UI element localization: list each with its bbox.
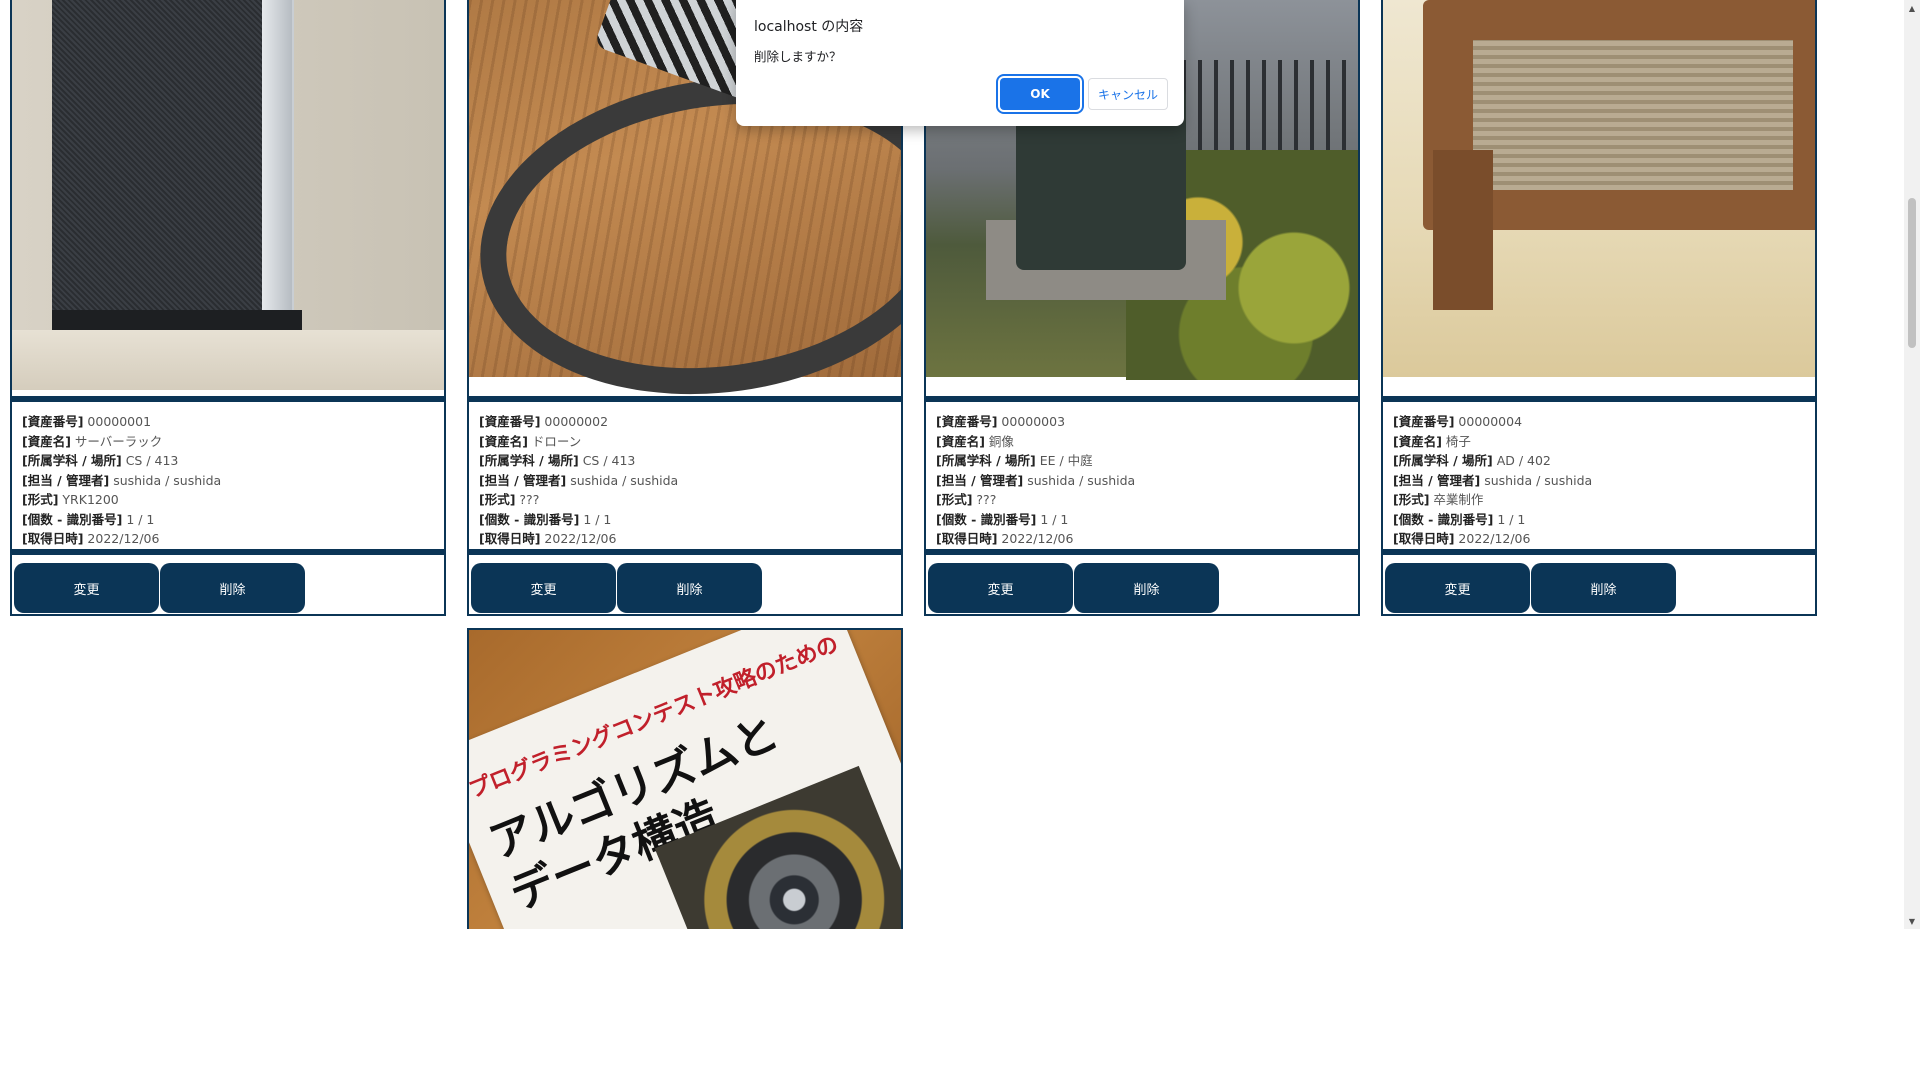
chair-photo (1383, 0, 1815, 377)
edit-button[interactable]: 変更 (928, 563, 1073, 613)
asset-number: 00000002 (544, 414, 609, 429)
scroll-thumb[interactable] (1908, 198, 1916, 348)
delete-button[interactable]: 削除 (160, 563, 305, 613)
asset-number: 00000004 (1458, 414, 1523, 429)
asset-number: 00000001 (87, 414, 152, 429)
asset-info: [資産番号] 00000003 [資産名] 銅像 [所属学科 / 場所] EE … (924, 398, 1360, 551)
asset-info: [資産番号] 00000004 [資産名] 椅子 [所属学科 / 場所] AD … (1381, 398, 1817, 551)
vertical-scrollbar[interactable]: ▲ ▼ (1904, 0, 1920, 929)
asset-name: サーバーラック (74, 433, 163, 449)
page-viewport: [資産番号] 00000001 [資産名] サーバーラック [所属学科 / 場所… (0, 0, 1904, 929)
asset-photo (10, 0, 446, 398)
cancel-button[interactable]: キャンセル (1088, 78, 1168, 110)
delete-button[interactable]: 削除 (1074, 563, 1219, 613)
asset-model: YRK1200 (62, 492, 119, 507)
asset-location: AD / 402 (1496, 453, 1551, 468)
asset-actions: 変更 削除 (10, 551, 446, 616)
asset-model: ??? (976, 492, 997, 507)
asset-count: 1 / 1 (583, 511, 612, 527)
asset-photo: プログラミングコンテスト攻略のための アルゴリズムと データ構造 (467, 628, 903, 929)
asset-actions: 変更 削除 (1381, 551, 1817, 616)
asset-location: CS / 413 (125, 453, 179, 468)
asset-model: ??? (519, 492, 540, 507)
asset-acquired: 2022/12/06 (1458, 531, 1531, 546)
server-rack-photo (12, 0, 444, 390)
book-photo: プログラミングコンテスト攻略のための アルゴリズムと データ構造 (469, 630, 901, 929)
delete-button[interactable]: 削除 (617, 563, 762, 613)
asset-acquired: 2022/12/06 (87, 531, 160, 546)
asset-name: 椅子 (1445, 433, 1471, 449)
edit-button[interactable]: 変更 (471, 563, 616, 613)
asset-info: [資産番号] 00000001 [資産名] サーバーラック [所属学科 / 場所… (10, 398, 446, 551)
edit-button[interactable]: 変更 (14, 563, 159, 613)
dialog-title: localhost の内容 (754, 19, 864, 35)
asset-owner: sushida / sushida (570, 472, 679, 488)
asset-acquired: 2022/12/06 (544, 531, 617, 546)
dialog-message: 削除しますか？ (754, 49, 842, 64)
asset-model: 卒業制作 (1433, 492, 1484, 507)
scroll-down-arrow-icon[interactable]: ▼ (1904, 913, 1920, 929)
asset-count: 1 / 1 (126, 511, 155, 527)
asset-name: 銅像 (988, 433, 1014, 449)
asset-actions: 変更 削除 (467, 551, 903, 616)
asset-acquired: 2022/12/06 (1001, 531, 1074, 546)
asset-actions: 変更 削除 (924, 551, 1360, 616)
delete-button[interactable]: 削除 (1531, 563, 1676, 613)
asset-photo (1381, 0, 1817, 398)
asset-owner: sushida / sushida (1027, 472, 1136, 488)
blank-area (0, 929, 1920, 1080)
asset-owner: sushida / sushida (1484, 472, 1593, 488)
asset-count: 1 / 1 (1497, 511, 1526, 527)
asset-info: [資産番号] 00000002 [資産名] ドローン [所属学科 / 場所] C… (467, 398, 903, 551)
asset-name: ドローン (531, 433, 582, 449)
asset-number: 00000003 (1001, 414, 1066, 429)
asset-owner: sushida / sushida (113, 472, 222, 488)
asset-location: EE / 中庭 (1039, 453, 1093, 468)
edit-button[interactable]: 変更 (1385, 563, 1530, 613)
asset-count: 1 / 1 (1040, 511, 1069, 527)
scroll-up-arrow-icon[interactable]: ▲ (1904, 0, 1920, 16)
asset-location: CS / 413 (582, 453, 636, 468)
confirm-dialog: localhost の内容 削除しますか？ OK キャンセル (736, 0, 1184, 126)
ok-button[interactable]: OK (1000, 78, 1080, 110)
